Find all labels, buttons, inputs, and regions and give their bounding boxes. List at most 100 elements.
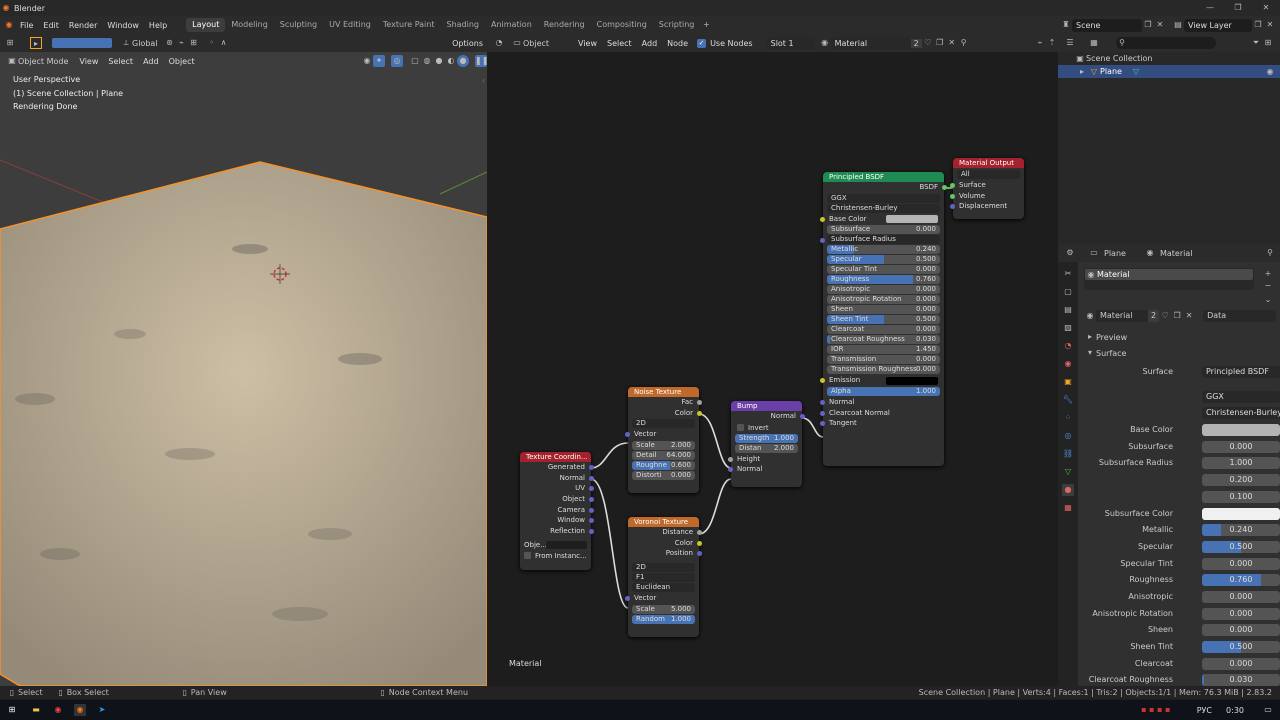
menu-render[interactable]: Render	[64, 21, 102, 30]
menu-help[interactable]: Help	[144, 21, 172, 30]
node-value-field[interactable]: Metallic 0.240	[827, 245, 940, 255]
tab-shading[interactable]: Shading	[440, 18, 485, 32]
node-value-field[interactable]: Scale 2.000	[632, 441, 695, 451]
object-tab-icon[interactable]: ▣	[1062, 376, 1074, 388]
tab-compositing[interactable]: Compositing	[591, 18, 653, 32]
tool-tab-icon[interactable]: ✂	[1062, 268, 1074, 280]
distribution-dropdown[interactable]: GGX	[827, 193, 940, 203]
node-value-field[interactable]: Sheen 0.000	[827, 305, 940, 315]
tab-animation[interactable]: Animation	[485, 18, 538, 32]
socket-dot[interactable]	[820, 238, 825, 244]
node-value-field[interactable]: Distan 2.000	[735, 443, 798, 453]
distribution-dropdown[interactable]: GGX	[1202, 390, 1280, 403]
unlink-material-icon[interactable]: ✕	[1183, 310, 1195, 322]
node-header[interactable]: Principled BSDF	[823, 172, 944, 182]
node-value-field[interactable]: Sheen Tint 0.500	[827, 315, 940, 325]
output-socket[interactable]: Color	[628, 408, 702, 419]
close-icon[interactable]: ✕	[1252, 2, 1280, 14]
socket-dot[interactable]	[697, 530, 702, 535]
output-socket[interactable]: Object	[520, 494, 594, 505]
socket-dot[interactable]	[820, 421, 825, 427]
link-dropdown[interactable]: Data	[1203, 310, 1276, 322]
file-explorer-icon[interactable]: ▬	[30, 704, 42, 716]
input-socket[interactable]: Tangent	[820, 418, 944, 429]
material-name-field[interactable]: Material	[1096, 310, 1148, 322]
outliner-item-plane[interactable]: ▸ ▽ Plane ▽ ◉	[1058, 65, 1280, 78]
color-swatch[interactable]	[1202, 507, 1280, 520]
n-panel-toggle-icon[interactable]: ‹	[482, 76, 485, 85]
expand-icon[interactable]: ▸	[1076, 66, 1088, 78]
modifier-tab-icon[interactable]: 🔧︎	[1062, 394, 1074, 406]
notification-icon[interactable]: ▭	[1262, 704, 1274, 716]
search-input[interactable]: ⚲	[1116, 37, 1216, 49]
material-browse-icon[interactable]: ◉	[1084, 310, 1096, 322]
node-header[interactable]: Voronoi Texture	[628, 517, 699, 527]
socket-dot[interactable]	[589, 507, 594, 513]
scene-close-icon[interactable]: ✕	[1154, 19, 1166, 31]
clock[interactable]: 0:30	[1226, 706, 1244, 715]
node-header[interactable]: Texture Coordin...	[520, 452, 591, 462]
viewport-3d[interactable]: ⊞ ▸ ⟂ Global ⊛ ⌁ ⊞ ◦ ∧ Options ▣ Object …	[0, 34, 487, 686]
surface-shader-field[interactable]: Principled BSDF	[1202, 366, 1280, 378]
plane-object[interactable]	[0, 161, 487, 686]
slot-menu-icon[interactable]: ⌄	[1262, 294, 1274, 306]
chrome-icon[interactable]: ◉	[52, 704, 64, 716]
property-value-field[interactable]: 1.000	[1202, 457, 1280, 470]
voronoi-texture-node[interactable]: Voronoi Texture Distance Color Position 2D…	[625, 517, 702, 637]
property-value-field[interactable]: 0.000	[1202, 657, 1280, 670]
data-tab-icon[interactable]: ▽	[1062, 466, 1074, 478]
input-socket[interactable]: Displacement	[950, 201, 1024, 212]
view-layer-field[interactable]: View Layer	[1184, 18, 1252, 32]
editor-type-icon[interactable]: ⚙	[1064, 247, 1076, 259]
tab-sculpting[interactable]: Sculpting	[274, 18, 323, 32]
copy-material-icon[interactable]: ❐	[1171, 310, 1183, 322]
scene-tab-icon[interactable]: ◔	[1062, 340, 1074, 352]
property-value-field[interactable]: 0.760	[1202, 574, 1280, 587]
material-slot-item[interactable]: Material	[1097, 270, 1130, 279]
bump-node[interactable]: Bump Normal Invert Strength 1.000 Distan 2.…	[728, 401, 805, 487]
node-value-field[interactable]: Roughness 0.760	[827, 275, 940, 285]
material-tab-icon[interactable]: ●	[1062, 484, 1074, 496]
windows-start-icon[interactable]: ⊞	[6, 704, 18, 716]
bsdf-output[interactable]: BSDF	[823, 182, 947, 193]
invert-checkbox[interactable]	[737, 424, 744, 432]
scene-field[interactable]: Scene	[1072, 18, 1142, 32]
material-output-node[interactable]: Material Output All Surface Volume Displac…	[950, 158, 1024, 219]
input-socket[interactable]: Normal	[820, 397, 944, 408]
property-value-field[interactable]: 0.000	[1202, 590, 1280, 603]
object-picker[interactable]	[546, 540, 587, 549]
node-value-field[interactable]: Scale 5.000	[632, 604, 695, 614]
property-value-field[interactable]: 0.500	[1202, 540, 1280, 553]
node-value-field[interactable]: Clearcoat 0.000	[827, 325, 940, 335]
output-target-dropdown[interactable]: All	[957, 170, 1020, 179]
blender-menu-icon[interactable]: ◉	[3, 19, 15, 31]
property-value-field[interactable]: 0.500	[1202, 641, 1280, 653]
world-tab-icon[interactable]: ◉	[1062, 358, 1074, 370]
fake-user-icon[interactable]: ♡	[1159, 310, 1171, 322]
add-slot-icon[interactable]: +	[1262, 268, 1274, 280]
base-color-swatch[interactable]	[886, 215, 938, 224]
socket-dot[interactable]	[697, 400, 702, 405]
sss-method-dropdown[interactable]: Christensen-Burley	[1202, 407, 1280, 420]
tab-texture-paint[interactable]: Texture Paint	[377, 18, 441, 32]
node-value-field[interactable]: IOR 1.450	[827, 345, 940, 355]
normal-output[interactable]: Normal	[731, 411, 805, 422]
eye-icon[interactable]: ◉	[1264, 66, 1276, 78]
noise-dimension-dropdown[interactable]: 2D	[632, 419, 695, 429]
render-tab-icon[interactable]: ▢	[1062, 286, 1074, 298]
properties-editor[interactable]: ⚙ ▭ Plane ◉ Material ⚲ ✂ ▢ ▤ ▨ ◔ ◉ ▣ 🔧︎ …	[1058, 244, 1280, 687]
node-header[interactable]: Noise Texture	[628, 387, 699, 397]
tab-modeling[interactable]: Modeling	[225, 18, 273, 32]
output-socket[interactable]: Window	[520, 515, 594, 526]
language-indicator[interactable]: РУС	[1197, 706, 1212, 715]
node-value-field[interactable]: Distorti 0.000	[632, 471, 695, 481]
output-socket[interactable]: Generated	[520, 462, 594, 473]
output-socket[interactable]: Normal	[520, 473, 594, 484]
socket-dot[interactable]	[728, 467, 733, 473]
socket-dot[interactable]	[950, 193, 955, 199]
node-value-field[interactable]: Random 1.000	[632, 614, 695, 624]
socket-dot[interactable]	[728, 456, 733, 462]
noise-texture-node[interactable]: Noise Texture Fac Color 2D Vector Scale 2.…	[625, 387, 702, 493]
menu-edit[interactable]: Edit	[38, 21, 64, 30]
tab-rendering[interactable]: Rendering	[538, 18, 591, 32]
